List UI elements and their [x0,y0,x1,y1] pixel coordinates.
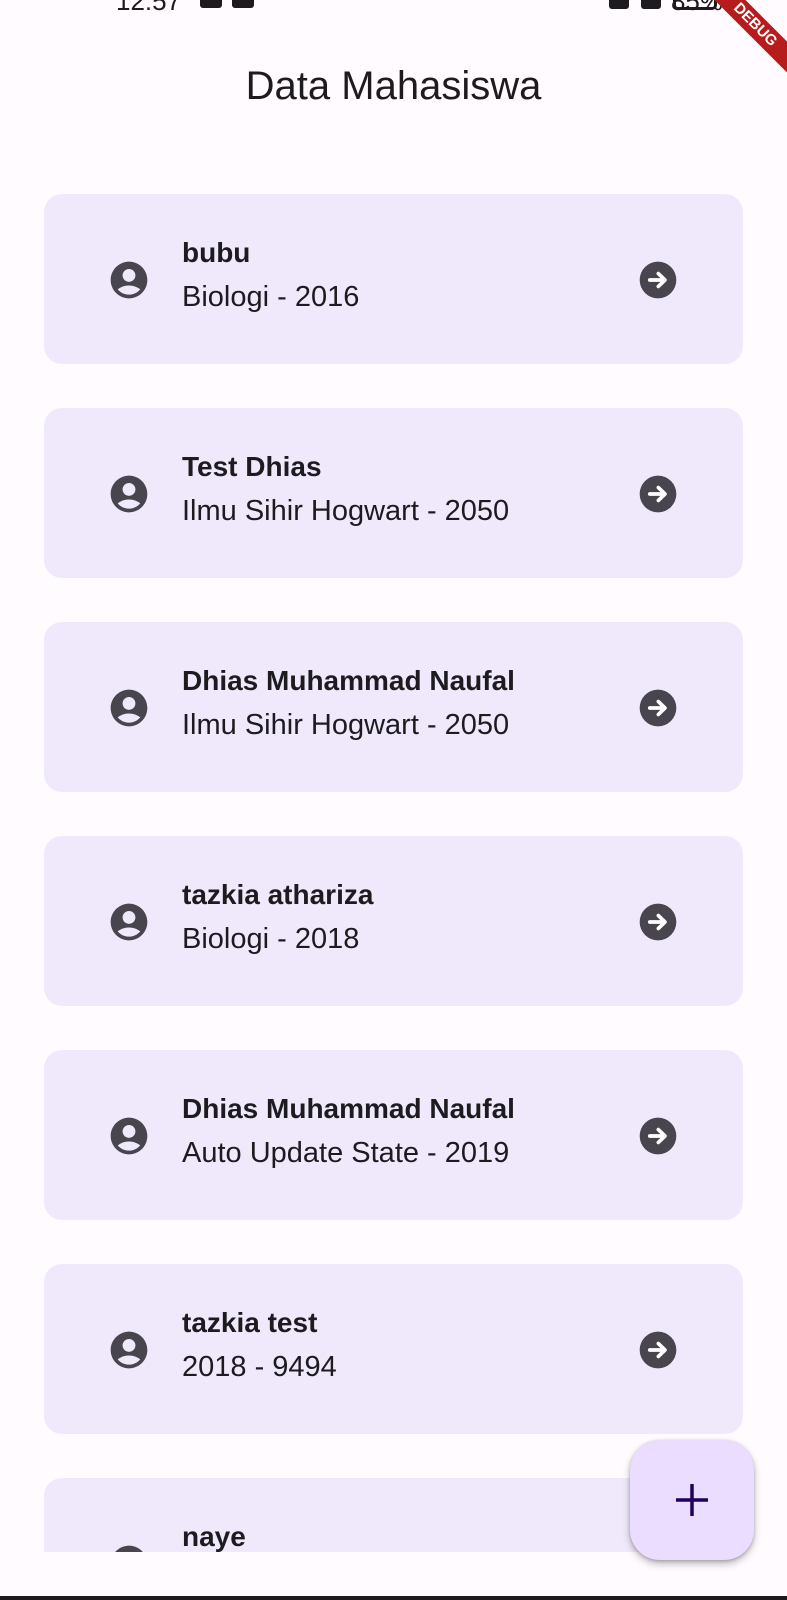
student-info: naye [182,1520,246,1552]
student-card[interactable]: Test Dhias Ilmu Sihir Hogwart - 2050 [44,408,743,578]
student-subtitle: Ilmu Sihir Hogwart - 2050 [182,495,510,527]
notification-icons [200,0,254,8]
mute-icon [609,0,629,9]
student-info: tazkia test 2018 - 9494 [182,1306,337,1384]
student-list[interactable]: bubu Biologi - 2016 Test Dhias Ilmu Sihir H… [44,194,743,1552]
account-circle-icon [107,900,151,944]
student-info: tazkia athariza Biologi - 2018 [182,878,373,956]
status-time: 12:57 [116,0,182,16]
account-circle-icon [107,686,151,730]
gesture-bar [0,1596,787,1600]
arrow-circle-right-icon[interactable] [636,258,680,302]
arrow-circle-right-icon[interactable] [636,686,680,730]
student-card[interactable]: Dhias Muhammad Naufal Ilmu Sihir Hogwart … [44,622,743,792]
student-name: Test Dhias [182,451,322,482]
student-card[interactable]: tazkia athariza Biologi - 2018 [44,836,743,1006]
student-name: tazkia athariza [182,879,374,910]
account-circle-icon [107,1114,151,1158]
account-circle-icon [107,472,151,516]
student-subtitle: Auto Update State - 2019 [182,1137,510,1169]
account-circle-icon [107,258,151,302]
page-title: Data Mahasiswa [245,64,542,108]
student-info: bubu Biologi - 2016 [182,236,359,314]
account-circle-icon [107,1328,151,1372]
student-card[interactable]: bubu Biologi - 2016 [44,194,743,364]
student-card[interactable]: tazkia test 2018 - 9494 [44,1264,743,1434]
add-student-button[interactable] [630,1440,754,1560]
student-card[interactable]: Dhias Muhammad Naufal Auto Update State -… [44,1050,743,1220]
student-subtitle: Biologi - 2018 [182,923,360,955]
student-info: Dhias Muhammad Naufal Auto Update State -… [182,1092,515,1170]
student-name: bubu [182,237,251,268]
student-subtitle: Biologi - 2016 [182,281,360,313]
student-name: Dhias Muhammad Naufal [182,1093,515,1124]
arrow-circle-right-icon[interactable] [636,1328,680,1372]
student-name: tazkia test [182,1307,318,1338]
arrow-circle-right-icon[interactable] [636,900,680,944]
student-name: Dhias Muhammad Naufal [182,665,515,696]
arrow-circle-right-icon[interactable] [636,1114,680,1158]
student-subtitle: 2018 - 9494 [182,1351,337,1383]
add-icon [676,1484,708,1516]
student-info: Test Dhias Ilmu Sihir Hogwart - 2050 [182,450,509,528]
student-info: Dhias Muhammad Naufal Ilmu Sihir Hogwart … [182,664,515,742]
signal-icon [641,0,661,9]
student-subtitle: Ilmu Sihir Hogwart - 2050 [182,709,510,741]
arrow-circle-right-icon[interactable] [636,472,680,516]
status-bar: 12:57 85% [0,0,787,16]
account-circle-icon [107,1542,151,1552]
student-name: naye [182,1521,246,1552]
